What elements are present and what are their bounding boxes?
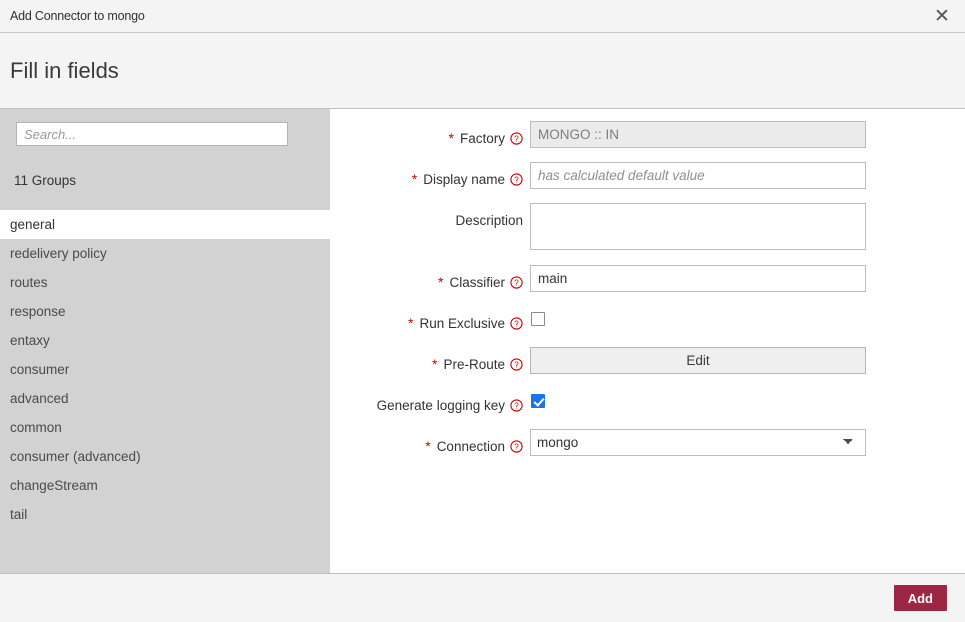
run-exclusive-checkbox[interactable] xyxy=(531,312,545,326)
dialog-body: 11 Groups general redelivery policy rout… xyxy=(0,109,965,573)
sidebar-item-general[interactable]: general xyxy=(0,210,330,239)
sidebar-item-advanced[interactable]: advanced xyxy=(0,384,330,413)
add-button[interactable]: Add xyxy=(893,585,947,611)
field-label-text: Pre-Route xyxy=(443,356,505,372)
field-label-factory: * Factory ? xyxy=(330,121,530,149)
field-row-run-exclusive: * Run Exclusive ? xyxy=(330,306,965,347)
required-marker: * xyxy=(432,356,438,372)
field-control-display-name xyxy=(530,162,866,189)
display-name-field[interactable] xyxy=(530,162,866,189)
field-row-classifier: * Classifier ? xyxy=(330,265,965,306)
svg-text:?: ? xyxy=(514,401,519,410)
field-row-factory: * Factory ? xyxy=(330,121,965,162)
sidebar-item-routes[interactable]: routes xyxy=(0,268,330,297)
field-label-pre-route: * Pre-Route ? xyxy=(330,347,530,375)
field-label-text: Classifier xyxy=(449,274,505,290)
field-label-display-name: * Display name ? xyxy=(330,162,530,190)
pre-route-edit-button[interactable]: Edit xyxy=(530,347,866,374)
dialog-footer: Add xyxy=(0,573,965,622)
search-input[interactable] xyxy=(16,122,288,146)
help-icon[interactable]: ? xyxy=(510,316,523,330)
help-icon[interactable]: ? xyxy=(510,172,523,186)
field-label-text: Display name xyxy=(423,171,505,187)
field-label-text: Generate logging key xyxy=(376,397,505,413)
search-container xyxy=(0,109,330,166)
required-marker: * xyxy=(448,130,454,146)
sidebar-item-response[interactable]: response xyxy=(0,297,330,326)
help-icon[interactable]: ? xyxy=(510,275,523,289)
sidebar-item-tail[interactable]: tail xyxy=(0,500,330,529)
form-area: * Factory ? * Display name ? xyxy=(330,109,965,573)
field-control-generate-logging-key xyxy=(530,388,866,408)
required-marker: * xyxy=(408,315,414,331)
dialog-titlebar: Add Connector to mongo ✕ xyxy=(0,0,965,33)
field-label-text: Description xyxy=(455,212,523,228)
field-label-text: Factory xyxy=(459,130,505,146)
dialog-title: Add Connector to mongo xyxy=(10,9,145,23)
sidebar-item-consumer-advanced[interactable]: consumer (advanced) xyxy=(0,442,330,471)
field-label-generate-logging-key: Generate logging key ? xyxy=(330,388,530,416)
sidebar-item-redelivery-policy[interactable]: redelivery policy xyxy=(0,239,330,268)
groups-count-label: 11 Groups xyxy=(14,173,77,188)
svg-text:?: ? xyxy=(514,175,519,184)
help-icon[interactable]: ? xyxy=(510,357,523,371)
field-row-pre-route: * Pre-Route ? Edit xyxy=(330,347,965,388)
field-control-connection: mongo xyxy=(530,429,866,456)
help-icon[interactable]: ? xyxy=(510,439,523,453)
field-control-description xyxy=(530,203,866,255)
field-label-text: Connection xyxy=(436,438,505,454)
field-label-classifier: * Classifier ? xyxy=(330,265,530,293)
field-control-classifier xyxy=(530,265,866,292)
field-control-pre-route: Edit xyxy=(530,347,866,374)
field-label-connection: * Connection ? xyxy=(330,429,530,457)
required-marker: * xyxy=(438,274,444,290)
field-label-run-exclusive: * Run Exclusive ? xyxy=(330,306,530,334)
add-connector-dialog: Add Connector to mongo ✕ Fill in fields … xyxy=(0,0,965,622)
sidebar-item-change-stream[interactable]: changeStream xyxy=(0,471,330,500)
field-row-connection: * Connection ? mongo xyxy=(330,429,965,470)
svg-text:?: ? xyxy=(514,442,519,451)
field-control-run-exclusive xyxy=(530,306,866,326)
svg-text:?: ? xyxy=(514,360,519,369)
factory-field xyxy=(530,121,866,148)
groups-sidebar: 11 Groups general redelivery policy rout… xyxy=(0,109,330,573)
field-label-description: Description xyxy=(330,203,530,231)
sidebar-item-common[interactable]: common xyxy=(0,413,330,442)
help-icon[interactable]: ? xyxy=(510,398,523,412)
field-control-factory xyxy=(530,121,866,148)
sidebar-item-entaxy[interactable]: entaxy xyxy=(0,326,330,355)
field-row-display-name: * Display name ? xyxy=(330,162,965,203)
description-field[interactable] xyxy=(530,203,866,250)
required-marker: * xyxy=(411,171,418,187)
svg-text:?: ? xyxy=(514,319,519,328)
close-icon[interactable]: ✕ xyxy=(929,3,955,29)
page-title: Fill in fields xyxy=(10,57,119,83)
classifier-field[interactable] xyxy=(530,265,866,292)
help-icon[interactable]: ? xyxy=(510,131,523,145)
generate-logging-key-checkbox[interactable] xyxy=(531,394,545,408)
dialog-header: Fill in fields xyxy=(0,33,965,109)
field-row-description: Description xyxy=(330,203,965,265)
required-marker: * xyxy=(425,438,431,454)
svg-text:?: ? xyxy=(514,278,519,287)
svg-text:?: ? xyxy=(514,134,519,143)
field-row-generate-logging-key: Generate logging key ? xyxy=(330,388,965,429)
sidebar-item-consumer[interactable]: consumer xyxy=(0,355,330,384)
field-label-text: Run Exclusive xyxy=(419,315,505,331)
group-list: general redelivery policy routes respons… xyxy=(0,210,330,573)
connection-select[interactable]: mongo xyxy=(530,429,866,456)
